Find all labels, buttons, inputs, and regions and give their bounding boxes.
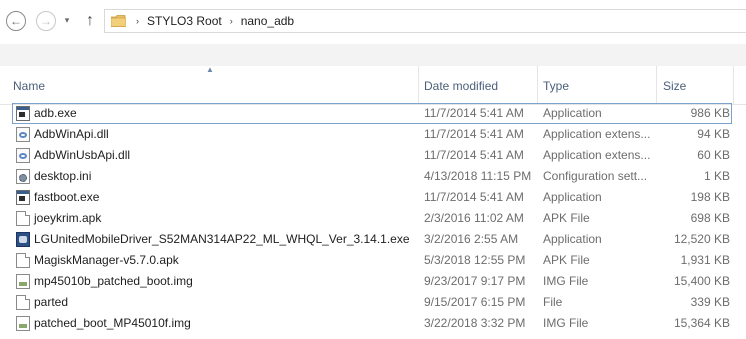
- arrow-up-icon: ↑: [86, 12, 94, 29]
- column-divider[interactable]: [656, 66, 657, 104]
- file-size: 15,400 KB: [673, 274, 730, 288]
- file-type: APK File: [543, 253, 590, 267]
- file-date-modified: 4/13/2018 11:15 PM: [424, 169, 532, 183]
- file-date-modified: 11/7/2014 5:41 AM: [424, 127, 524, 141]
- file-type: Configuration sett...: [543, 169, 648, 183]
- file-size: 60 KB: [697, 148, 730, 162]
- column-divider[interactable]: [418, 66, 419, 104]
- file-date-modified: 3/2/2016 2:55 AM: [424, 232, 519, 246]
- file-name: joeykrim.apk: [34, 211, 102, 225]
- file-date-modified: 11/7/2014 5:41 AM: [424, 148, 524, 162]
- dll-icon: [16, 127, 30, 142]
- file-row[interactable]: mp45010b_patched_boot.img 9/23/2017 9:17 …: [0, 271, 746, 292]
- dll-icon: [16, 148, 30, 163]
- column-header: Name Date modified Type Size: [0, 66, 746, 105]
- column-label: Name: [13, 79, 46, 93]
- file-name: parted: [34, 295, 69, 309]
- file-name: AdbWinUsbApi.dll: [34, 148, 131, 162]
- file-date-modified: 2/3/2016 11:02 AM: [424, 211, 524, 225]
- file-type: Application: [543, 190, 602, 204]
- back-button[interactable]: ←: [6, 11, 26, 31]
- file-name: AdbWinApi.dll: [34, 127, 109, 141]
- file-type: File: [543, 295, 563, 309]
- chevron-down-icon: ▾: [64, 15, 70, 25]
- file-name: MagiskManager-v5.7.0.apk: [34, 253, 179, 267]
- selection-outline: [12, 103, 732, 124]
- file-list: adb.exe 11/7/2014 5:41 AM Application 986 K…: [0, 103, 746, 334]
- up-button[interactable]: ↑: [80, 11, 100, 31]
- column-header-name[interactable]: Name: [13, 66, 418, 104]
- file-row[interactable]: LGUnitedMobileDriver_S52MAN314AP22_ML_WH…: [0, 229, 746, 250]
- file-date-modified: 9/15/2017 6:15 PM: [424, 295, 526, 309]
- column-header-size[interactable]: Size: [663, 66, 733, 104]
- file-date-modified: 9/23/2017 9:17 PM: [424, 274, 526, 288]
- file-name: LGUnitedMobileDriver_S52MAN314AP22_ML_WH…: [34, 232, 410, 246]
- folder-icon: [111, 15, 126, 27]
- address-bar[interactable]: › STYLO3 Root › nano_adb: [104, 9, 746, 33]
- settings-file-icon: [16, 169, 30, 184]
- file-name: fastboot.exe: [34, 190, 100, 204]
- file-type: APK File: [543, 211, 590, 225]
- application-icon: [16, 106, 30, 121]
- file-row[interactable]: desktop.ini 4/13/2018 11:15 PM Configurati…: [0, 166, 746, 187]
- column-header-type[interactable]: Type: [543, 66, 655, 104]
- file-type: Application extens...: [543, 127, 651, 141]
- file-size: 198 KB: [690, 190, 730, 204]
- forward-button[interactable]: →: [36, 11, 56, 31]
- arrow-right-icon: →: [40, 14, 52, 28]
- column-divider[interactable]: [537, 66, 538, 104]
- navigation-bar: ← → ▾ ↑ › STYLO3 Root › nano_adb: [0, 0, 746, 44]
- file-type: Application: [543, 232, 602, 246]
- file-date-modified: 3/22/2018 3:32 PM: [424, 316, 526, 330]
- file-row[interactable]: adb.exe 11/7/2014 5:41 AM Application 986 K…: [0, 103, 746, 124]
- installer-icon: [16, 232, 30, 247]
- application-icon: [16, 190, 30, 205]
- file-row[interactable]: AdbWinApi.dll 11/7/2014 5:41 AM Applicatio…: [0, 124, 746, 145]
- file-size: 12,520 KB: [673, 232, 730, 246]
- file-name: mp45010b_patched_boot.img: [34, 274, 193, 288]
- file-size: 15,364 KB: [673, 316, 730, 330]
- file-date-modified: 11/7/2014 5:41 AM: [424, 190, 524, 204]
- column-header-date[interactable]: Date modified: [424, 66, 536, 104]
- file-size: 1,931 KB: [680, 253, 730, 267]
- file-name: desktop.ini: [34, 169, 92, 183]
- file-row[interactable]: joeykrim.apk 2/3/2016 11:02 AM APK File 698…: [0, 208, 746, 229]
- column-label: Type: [543, 79, 570, 93]
- file-name: patched_boot_MP45010f.img: [34, 316, 191, 330]
- file-row[interactable]: fastboot.exe 11/7/2014 5:41 AM Application…: [0, 187, 746, 208]
- file-row[interactable]: MagiskManager-v5.7.0.apk 5/3/2018 12:55 P…: [0, 250, 746, 271]
- file-row[interactable]: parted 9/15/2017 6:15 PM File 339 KB: [0, 292, 746, 313]
- file-size: 1 KB: [703, 169, 730, 183]
- file-row[interactable]: AdbWinUsbApi.dll 11/7/2014 5:41 AM Applica…: [0, 145, 746, 166]
- toolbar-band: [0, 44, 746, 66]
- breadcrumb-separator[interactable]: ›: [230, 16, 233, 26]
- file-icon: [16, 295, 30, 310]
- image-file-icon: [16, 274, 30, 289]
- file-size: 94 KB: [697, 127, 730, 141]
- file-row[interactable]: patched_boot_MP45010f.img 3/22/2018 3:32 …: [0, 313, 746, 334]
- breadcrumb-separator[interactable]: ›: [136, 16, 139, 26]
- column-label: Date modified: [424, 79, 499, 93]
- arrow-left-icon: ←: [10, 14, 22, 28]
- file-type: Application extens...: [543, 148, 651, 162]
- sort-ascending-icon: ▲: [206, 65, 214, 74]
- file-date-modified: 11/7/2014 5:41 AM: [424, 106, 524, 120]
- breadcrumb-nano-adb[interactable]: nano_adb: [241, 14, 294, 28]
- file-size: 986 KB: [690, 106, 730, 120]
- file-size: 339 KB: [690, 295, 730, 309]
- column-label: Size: [663, 79, 687, 93]
- file-type: IMG File: [543, 274, 589, 288]
- file-icon: [16, 211, 30, 226]
- breadcrumb-stylo3-root[interactable]: STYLO3 Root: [147, 14, 222, 28]
- column-divider[interactable]: [733, 66, 734, 104]
- file-size: 698 KB: [690, 211, 730, 225]
- file-icon: [16, 253, 30, 268]
- file-name: adb.exe: [34, 106, 77, 120]
- file-date-modified: 5/3/2018 12:55 PM: [424, 253, 526, 267]
- file-type: Application: [543, 106, 602, 120]
- image-file-icon: [16, 316, 30, 331]
- recent-locations-button[interactable]: ▾: [62, 14, 72, 26]
- file-type: IMG File: [543, 316, 589, 330]
